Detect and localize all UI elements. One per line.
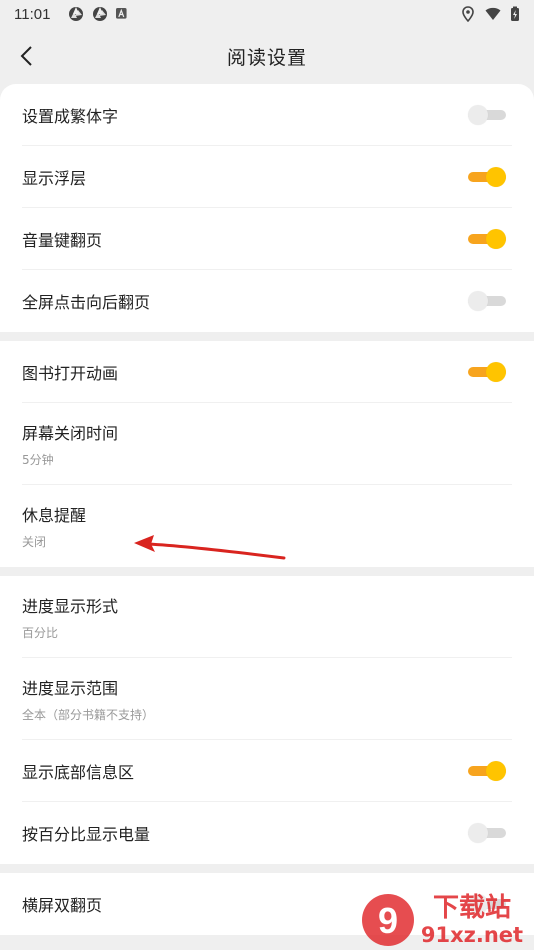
setting-progress-format[interactable]: 进度显示形式 百分比 (22, 576, 512, 658)
setting-value: 百分比 (22, 625, 59, 640)
back-button[interactable] (10, 40, 42, 72)
setting-progress-range[interactable]: 进度显示范围 全本（部分书籍不支持） (22, 658, 512, 740)
setting-label: 屏幕关闭时间 (22, 423, 119, 443)
setting-label: 全屏点击向后翻页 (22, 293, 151, 312)
setting-value: 5分钟 (22, 452, 54, 467)
watermark-title: 下载站 (433, 893, 511, 923)
toggle-switch[interactable] (468, 228, 506, 249)
setting-screen-off-time[interactable]: 屏幕关闭时间 5分钟 (22, 403, 512, 485)
chevron-left-icon (20, 46, 32, 66)
setting-label: 图书打开动画 (22, 363, 119, 383)
settings-group-progress: 进度显示形式 百分比 进度显示范围 全本（部分书籍不支持） 显示底部信息区 按百… (0, 576, 534, 864)
watermark-url: 91xz.net (421, 923, 523, 947)
setting-label: 显示底部信息区 (22, 762, 135, 782)
settings-group-display: 设置成繁体字 显示浮层 音量键翻页 全屏点击向后翻页 (0, 84, 534, 332)
toggle-switch[interactable] (468, 104, 506, 125)
setting-fullscreen-tap-forward[interactable]: 全屏点击向后翻页 (22, 270, 512, 332)
aperture-icon (93, 7, 108, 21)
toggle-switch[interactable] (468, 166, 506, 187)
wifi-icon (485, 7, 501, 20)
setting-label: 设置成繁体字 (22, 106, 119, 126)
setting-label: 进度显示范围 (22, 678, 119, 698)
toggle-switch[interactable] (468, 760, 506, 781)
setting-label: 按百分比显示电量 (22, 825, 151, 844)
setting-value: 关闭 (22, 535, 47, 549)
toggle-switch[interactable] (468, 823, 506, 843)
setting-bottom-info-bar[interactable]: 显示底部信息区 (22, 740, 512, 802)
setting-label: 进度显示形式 (22, 596, 119, 616)
page-title: 阅读设置 (226, 46, 307, 69)
toggle-switch[interactable] (468, 291, 506, 311)
setting-battery-percent[interactable]: 按百分比显示电量 (22, 802, 512, 864)
setting-label: 音量键翻页 (22, 230, 103, 250)
setting-label: 横屏双翻页 (22, 896, 103, 915)
a-icon (116, 7, 127, 19)
setting-traditional-chinese[interactable]: 设置成繁体字 (22, 84, 512, 146)
setting-value: 全本（部分书籍不支持） (22, 707, 155, 722)
setting-volume-key-page[interactable]: 音量键翻页 (22, 208, 512, 270)
status-bar: 11:01 (0, 0, 534, 28)
location-icon (462, 6, 474, 22)
nav-bar: 阅读设置 (0, 28, 534, 84)
status-time: 11:01 (14, 5, 51, 23)
toggle-switch[interactable] (468, 361, 506, 382)
aperture-icon (69, 7, 84, 21)
setting-book-open-animation[interactable]: 图书打开动画 (22, 341, 512, 403)
setting-label: 显示浮层 (22, 168, 87, 188)
setting-show-overlay[interactable]: 显示浮层 (22, 146, 512, 208)
battery-icon (511, 6, 519, 21)
watermark-logo-number: 9 (378, 900, 398, 941)
setting-label: 休息提醒 (22, 506, 87, 525)
watermark-logo: 9 下载站 91xz.net (362, 893, 523, 947)
settings-list: 设置成繁体字 显示浮层 音量键翻页 全屏点击向后翻页 图书打开动画 屏幕关闭时间… (0, 84, 534, 950)
annotation-arrow-icon (134, 535, 286, 560)
